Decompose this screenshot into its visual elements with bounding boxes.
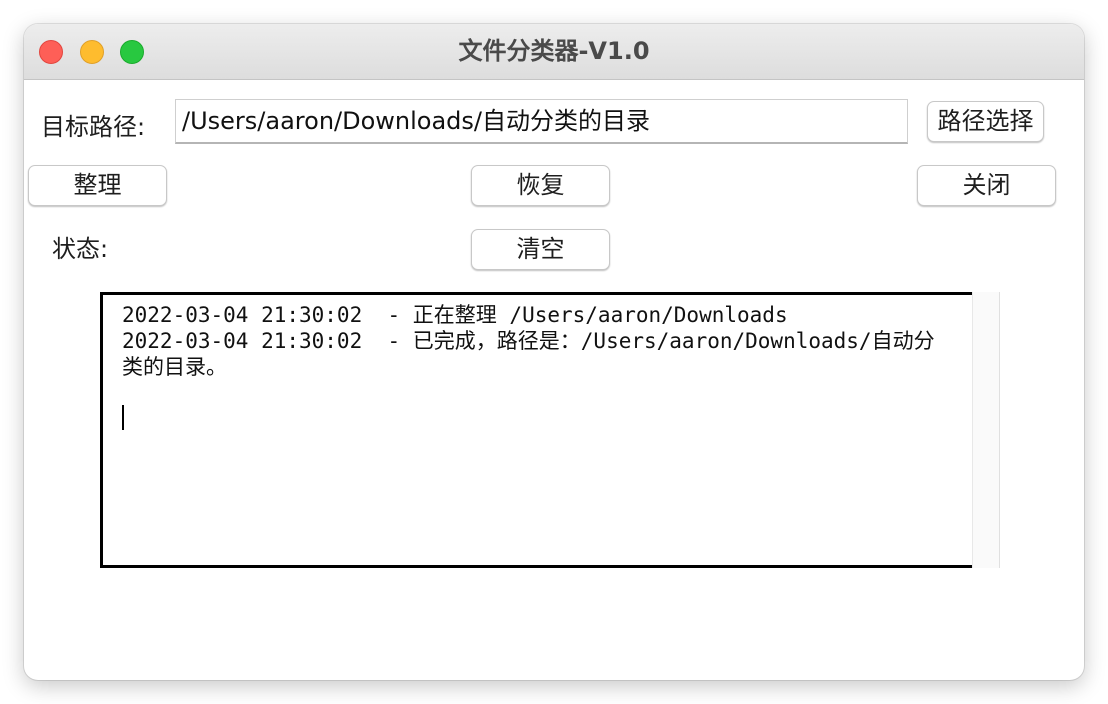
window-title: 文件分类器-V1.0 — [458, 37, 650, 65]
title-bar: 文件分类器-V1.0 — [24, 24, 1084, 80]
target-path-label: 目标路径: — [41, 113, 146, 141]
close-button[interactable]: 关闭 — [917, 165, 1056, 206]
organize-button[interactable]: 整理 — [28, 165, 167, 206]
clear-button[interactable]: 清空 — [471, 229, 610, 270]
restore-button[interactable]: 恢复 — [471, 165, 610, 206]
text-caret — [122, 405, 124, 430]
status-label: 状态: — [52, 235, 109, 263]
log-line: 2022-03-04 21:30:02 - 已完成，路径是：/Users/aar… — [122, 329, 935, 379]
app-window: 文件分类器-V1.0 目标路径: 路径选择 整理 恢复 关闭 状态: 清空 20… — [24, 24, 1084, 680]
log-line: 2022-03-04 21:30:02 - 正在整理 /Users/aaron/… — [122, 303, 788, 327]
log-scrollbar[interactable] — [972, 292, 1000, 568]
log-content: 2022-03-04 21:30:02 - 正在整理 /Users/aaron/… — [122, 302, 954, 380]
status-log-textarea[interactable]: 2022-03-04 21:30:02 - 正在整理 /Users/aaron/… — [100, 292, 972, 568]
select-path-button[interactable]: 路径选择 — [927, 101, 1044, 142]
target-path-input[interactable] — [175, 99, 908, 144]
